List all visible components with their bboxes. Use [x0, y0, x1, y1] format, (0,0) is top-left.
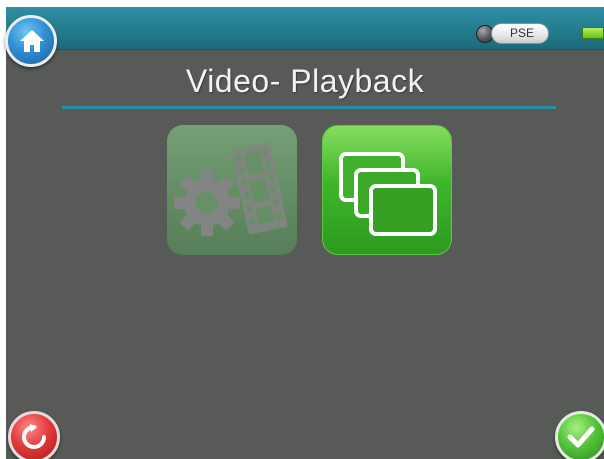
home-icon: [20, 30, 44, 52]
stacked-windows-icon: [339, 152, 437, 236]
playback-files-tile[interactable]: [322, 125, 452, 255]
gear-film-icon: [174, 142, 288, 236]
home-button[interactable]: [5, 15, 57, 67]
video-settings-tile[interactable]: [167, 125, 297, 255]
confirm-button[interactable]: [555, 411, 604, 459]
title-divider: [62, 106, 556, 109]
pse-badge[interactable]: PSE: [491, 23, 549, 44]
page-title: Video- Playback: [185, 63, 425, 99]
top-bar: PSE: [6, 7, 604, 50]
reset-button[interactable]: [8, 411, 60, 459]
video-playback-screen: PSE Video- Playback: [6, 7, 604, 459]
battery-icon: [582, 27, 604, 39]
checkmark-icon: [567, 426, 595, 448]
refresh-icon: [22, 424, 46, 449]
